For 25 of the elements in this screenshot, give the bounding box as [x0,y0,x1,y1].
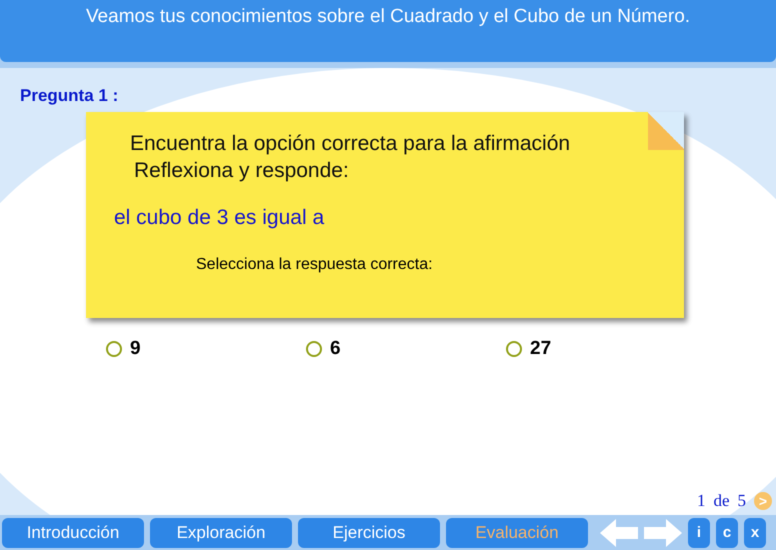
page-separator: de [713,491,730,511]
left-arrow-icon[interactable] [600,518,638,546]
radio-button[interactable] [506,341,522,357]
answer-option[interactable]: 27 [506,338,706,360]
answer-option[interactable]: 6 [306,338,506,360]
answer-option[interactable]: 9 [106,338,306,360]
tool-button[interactable]: i [688,518,710,548]
radio-button[interactable] [106,341,122,357]
page-number: 1 [696,491,706,511]
instruction-text: Encuentra la opción correcta para la afirmación [129,131,570,157]
nav-tab[interactable]: Ejercicios [298,518,440,548]
folded-corner-icon [648,112,684,150]
tool-button[interactable]: x [744,518,766,548]
question-statement: el cubo de 3 es igual a [114,206,324,230]
nav-tab[interactable]: Evaluación [446,518,588,548]
nav-tab[interactable]: Exploración [150,518,292,548]
instruction-text: Reflexiona y responde: [133,158,349,184]
page-title: Veamos tus conocimientos sobre el Cuadrado y el Cubo de un Número. [86,6,690,29]
question-label: Pregunta 1 : [20,86,120,106]
nav-tab[interactable]: Introducción [2,518,144,548]
answer-prompt: Selecciona la respuesta correcta: [196,256,433,274]
page-total: 5 [738,491,746,511]
tool-button[interactable]: c [716,518,738,548]
radio-button[interactable] [306,341,322,357]
right-arrow-icon[interactable] [644,518,682,546]
